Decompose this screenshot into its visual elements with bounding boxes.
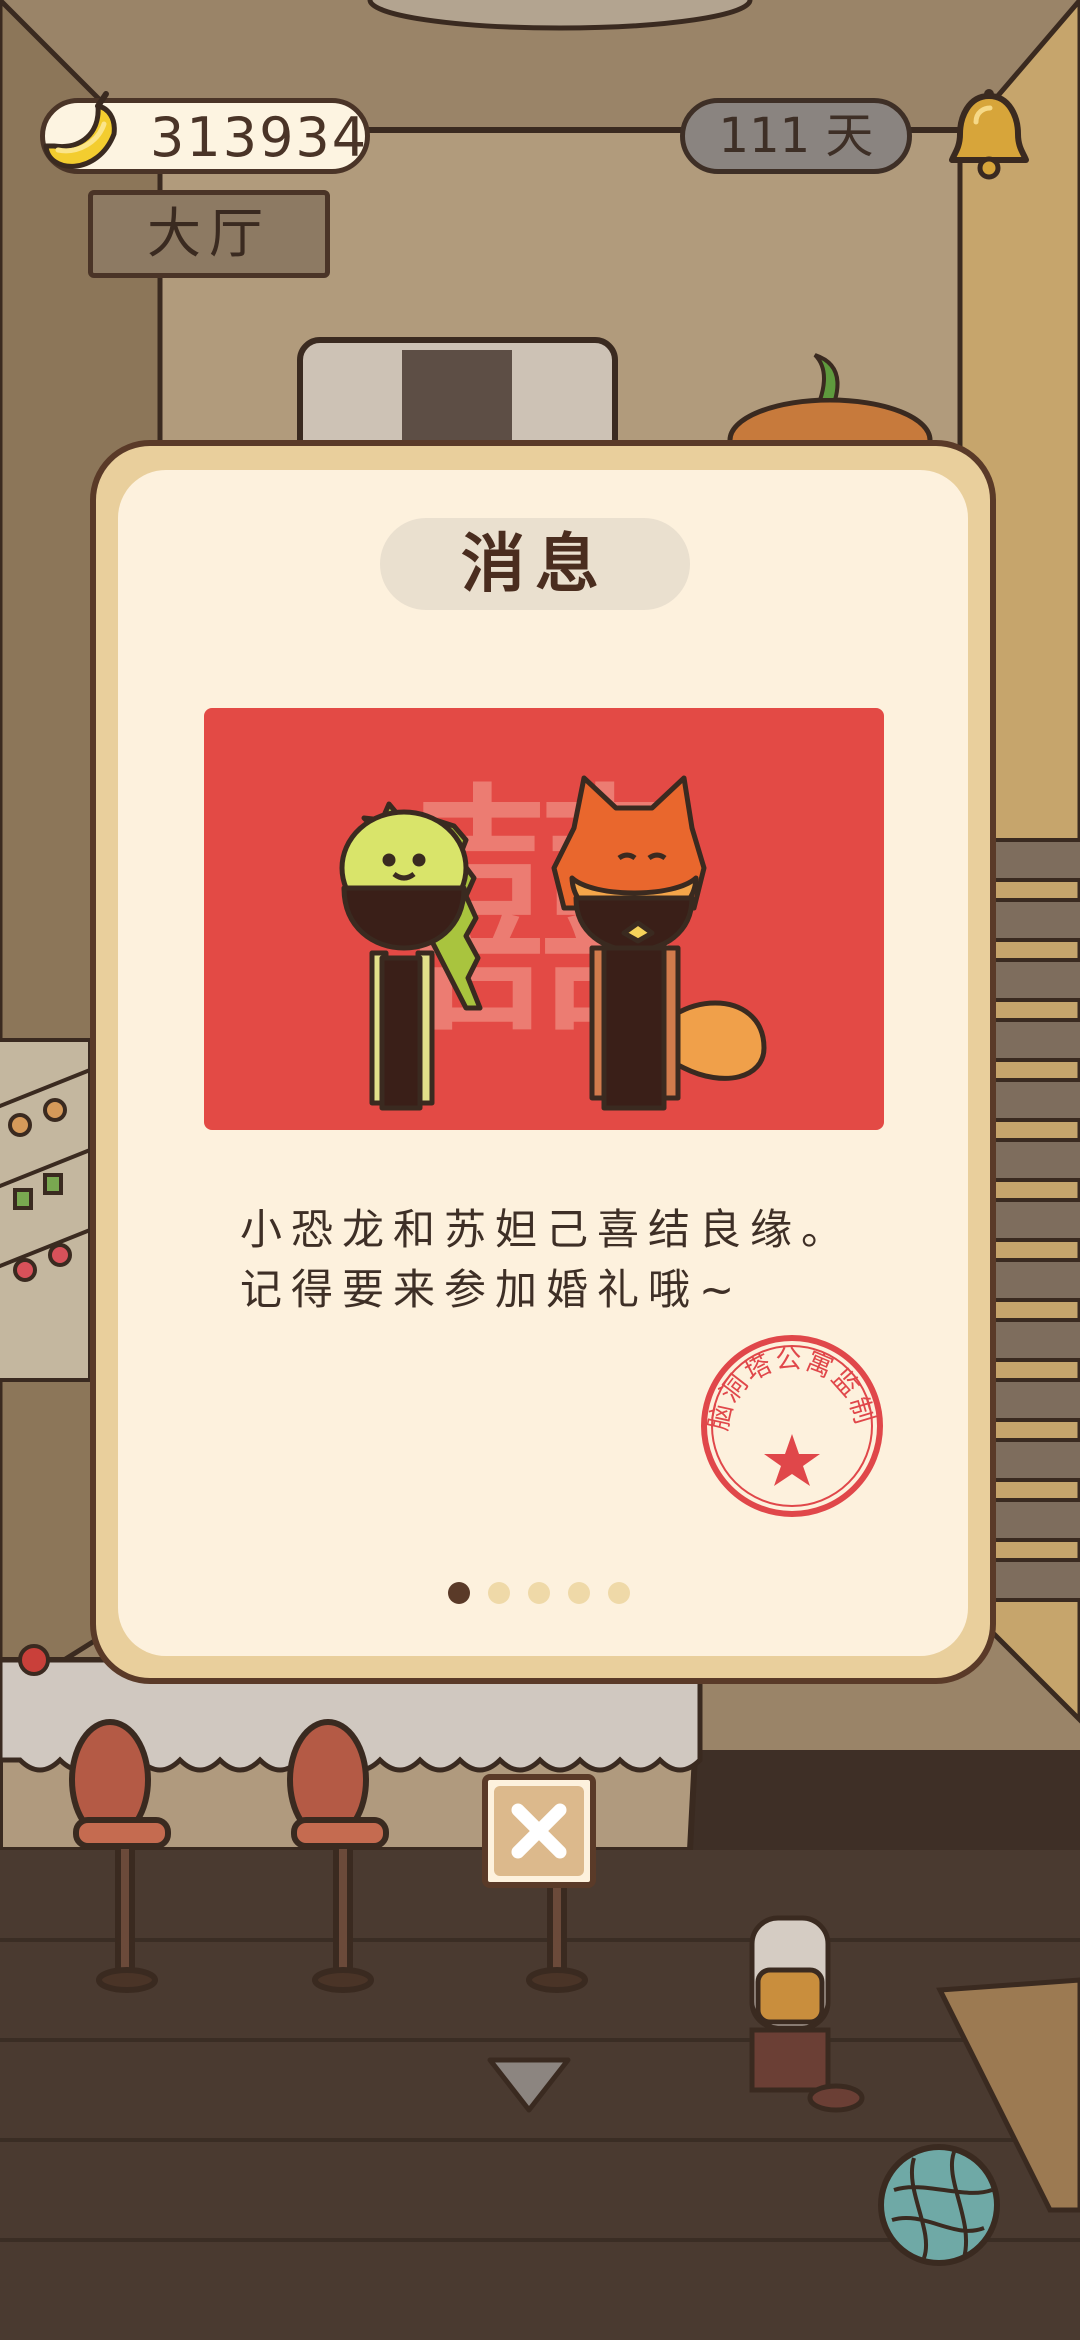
page-dot-4[interactable] bbox=[568, 1582, 590, 1604]
dialog-title: 消息 bbox=[461, 528, 609, 602]
page-indicator bbox=[440, 1582, 640, 1612]
close-icon bbox=[511, 1803, 567, 1859]
approval-stamp: 脑洞塔公寓监制 bbox=[701, 1335, 883, 1517]
close-button-face bbox=[494, 1786, 584, 1876]
message-text-line-2: 记得要来参加婚礼哦~ bbox=[240, 1265, 744, 1314]
coin-count: 313934 bbox=[150, 106, 369, 169]
star-icon bbox=[764, 1434, 820, 1486]
page-dot-3[interactable] bbox=[528, 1582, 550, 1604]
wedding-illustration: 囍 bbox=[339, 757, 767, 1111]
stamp-text: 脑洞塔公寓监制 bbox=[704, 1345, 879, 1434]
banana-icon bbox=[43, 91, 117, 169]
page-dot-1[interactable] bbox=[448, 1582, 470, 1604]
days-counter: 111 天 bbox=[680, 98, 912, 174]
page-dot-2[interactable] bbox=[488, 1582, 510, 1604]
room-name-sign: 大厅 bbox=[88, 190, 330, 278]
bell-icon[interactable] bbox=[946, 88, 1032, 184]
close-button[interactable] bbox=[482, 1774, 596, 1888]
page-dot-5[interactable] bbox=[608, 1582, 630, 1604]
chevron-down-icon[interactable] bbox=[484, 2052, 574, 2118]
wedding-announcement-card: 囍 bbox=[204, 708, 884, 1130]
message-text-line-1: 小恐龙和苏妲己喜结良缘。 bbox=[240, 1205, 853, 1254]
yarn-ball-icon[interactable] bbox=[874, 2140, 1004, 2270]
